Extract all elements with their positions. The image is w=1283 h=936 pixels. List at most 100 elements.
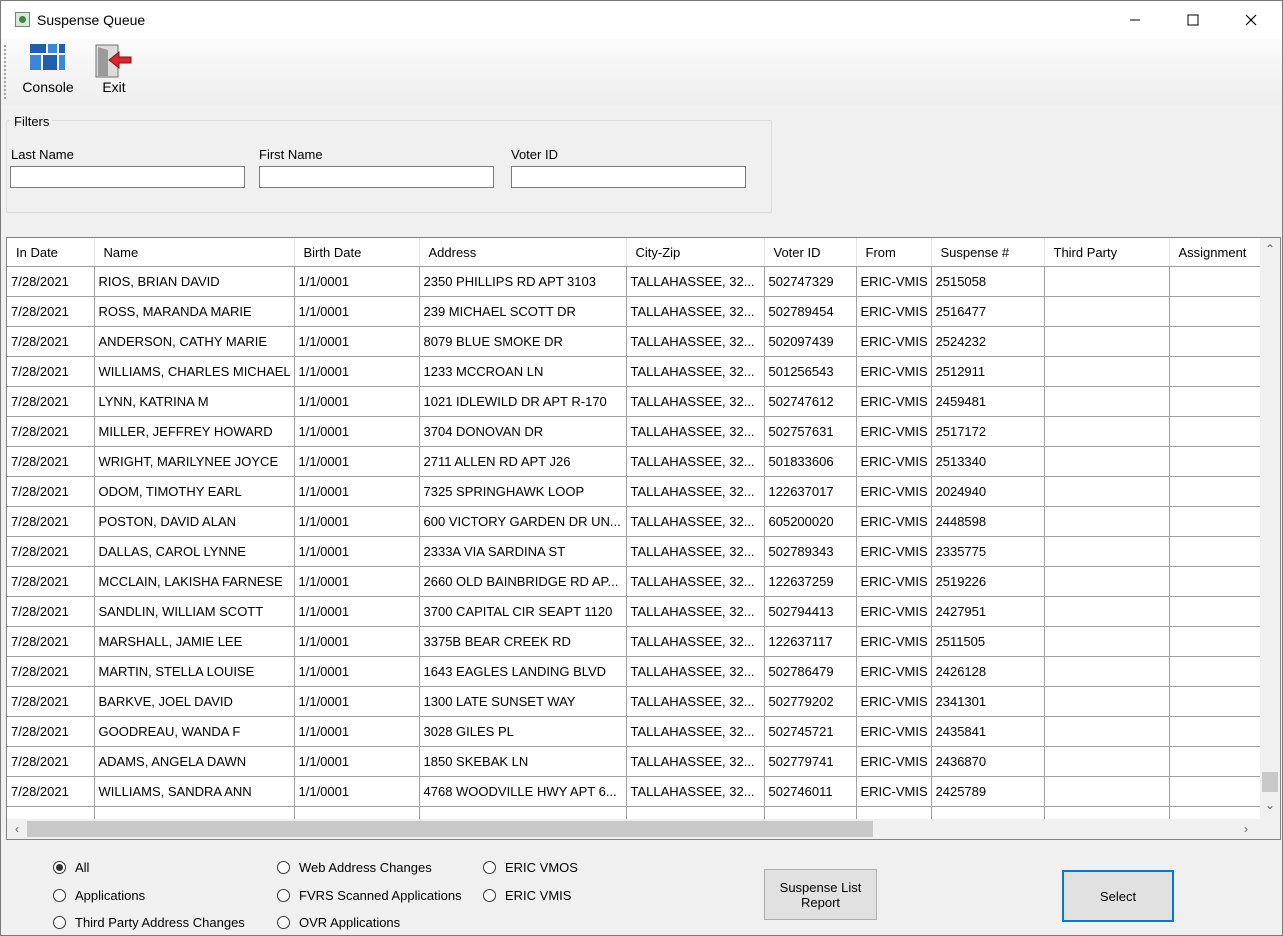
table-row[interactable]: 7/28/2021 DALLAS, CAROL LYNNE 1/1/0001 2333… bbox=[7, 536, 1270, 567]
voter-id-input[interactable] bbox=[511, 166, 746, 188]
col-header-third-party[interactable]: Third Party bbox=[1044, 238, 1170, 267]
table-row[interactable]: 7/28/2021 MCCLAIN, LAKISHA FARNESE 1/1/000… bbox=[7, 566, 1270, 597]
cell-city-zip[interactable]: TALLAHASSEE, 32... bbox=[626, 326, 765, 357]
col-header-voter-id[interactable]: Voter ID bbox=[764, 238, 857, 267]
cell-in-date[interactable]: 7/28/2021 bbox=[7, 536, 95, 567]
cell-in-date[interactable]: 7/28/2021 bbox=[7, 506, 95, 537]
cell-suspense-number[interactable]: 2516477 bbox=[931, 296, 1045, 327]
cell-in-date[interactable]: 7/28/2021 bbox=[7, 776, 95, 807]
cell-city-zip[interactable]: TALLAHASSEE, 32... bbox=[626, 506, 765, 537]
cell-from[interactable]: ERIC-VMIS bbox=[856, 506, 932, 537]
cell-voter-id[interactable]: 502794413 bbox=[764, 596, 857, 627]
cell-birth-date[interactable]: 1/1/0001 bbox=[294, 626, 420, 657]
cell-birth-date[interactable]: 1/1/0001 bbox=[294, 476, 420, 507]
table-row[interactable]: 7/28/2021 WILLIAMS, CHARLES MICHAEL 1/1/00… bbox=[7, 356, 1270, 387]
cell-suspense-number[interactable]: 2427951 bbox=[931, 596, 1045, 627]
exit-button[interactable]: Exit bbox=[93, 43, 135, 95]
cell-third-party[interactable] bbox=[1044, 566, 1170, 597]
table-row[interactable]: 7/28/2021 ROSS, MARANDA MARIE 1/1/0001 239 … bbox=[7, 296, 1270, 327]
maximize-button[interactable] bbox=[1164, 1, 1222, 39]
cell-assignment[interactable] bbox=[1169, 656, 1270, 687]
cell-from[interactable]: ERIC-VMIS bbox=[856, 266, 932, 297]
cell-birth-date[interactable]: 1/1/0001 bbox=[294, 416, 420, 447]
cell-address[interactable]: 2660 OLD BAINBRIDGE RD AP... bbox=[419, 566, 627, 597]
cell-from[interactable]: ERIC-VMIS bbox=[856, 716, 932, 747]
cell-city-zip[interactable]: TALLAHASSEE, 32... bbox=[626, 596, 765, 627]
table-row[interactable]: 7/28/2021 MILLER, JEFFREY HOWARD 1/1/0001 3… bbox=[7, 416, 1270, 447]
cell-assignment[interactable] bbox=[1169, 686, 1270, 717]
cell-suspense-number[interactable]: 2459481 bbox=[931, 386, 1045, 417]
cell-suspense-number[interactable]: 2425789 bbox=[931, 776, 1045, 807]
cell-from[interactable]: ERIC-VMIS bbox=[856, 776, 932, 807]
cell-voter-id[interactable]: 502779202 bbox=[764, 686, 857, 717]
cell-suspense-number[interactable]: 2435841 bbox=[931, 716, 1045, 747]
cell-suspense-number[interactable]: 2515058 bbox=[931, 266, 1045, 297]
cell-name[interactable]: MCCLAIN, LAKISHA FARNESE bbox=[94, 566, 295, 597]
cell-assignment[interactable] bbox=[1169, 416, 1270, 447]
radio-ovr-applications[interactable]: OVR Applications bbox=[277, 915, 400, 930]
cell-birth-date[interactable]: 1/1/0001 bbox=[294, 536, 420, 567]
table-row[interactable]: 7/28/2021 MARTIN, STELLA LOUISE 1/1/0001 16… bbox=[7, 656, 1270, 687]
cell-third-party[interactable] bbox=[1044, 776, 1170, 807]
cell-voter-id[interactable]: 501833606 bbox=[764, 446, 857, 477]
cell-voter-id[interactable]: 502779741 bbox=[764, 746, 857, 777]
col-header-city-zip[interactable]: City-Zip bbox=[626, 238, 765, 267]
cell-name[interactable]: WRIGHT, MARILYNEE JOYCE bbox=[94, 446, 295, 477]
cell-city-zip[interactable]: TALLAHASSEE, 32... bbox=[626, 266, 765, 297]
cell-address[interactable]: 1021 IDLEWILD DR APT R-170 bbox=[419, 386, 627, 417]
vertical-scroll-thumb[interactable] bbox=[1262, 772, 1278, 792]
cell-voter-id[interactable]: 502789454 bbox=[764, 296, 857, 327]
cell-birth-date[interactable]: 1/1/0001 bbox=[294, 776, 420, 807]
cell-birth-date[interactable]: 1/1/0001 bbox=[294, 386, 420, 417]
cell-name[interactable]: MARTIN, STELLA LOUISE bbox=[94, 656, 295, 687]
table-row[interactable]: 7/28/2021 WRIGHT, MARILYNEE JOYCE 1/1/0001… bbox=[7, 446, 1270, 477]
cell-from[interactable]: ERIC-VMIS bbox=[856, 416, 932, 447]
radio-web-address-changes[interactable]: Web Address Changes bbox=[277, 860, 432, 875]
cell-birth-date[interactable]: 1/1/0001 bbox=[294, 566, 420, 597]
cell-in-date[interactable]: 7/28/2021 bbox=[7, 446, 95, 477]
table-row[interactable]: 7/28/2021 ODOM, TIMOTHY EARL 1/1/0001 7325 … bbox=[7, 476, 1270, 507]
cell-suspense-number[interactable]: 2448598 bbox=[931, 506, 1045, 537]
cell-city-zip[interactable]: TALLAHASSEE, 32... bbox=[626, 536, 765, 567]
table-row[interactable]: 7/28/2021 GOODREAU, WANDA F 1/1/0001 3028 G… bbox=[7, 716, 1270, 747]
cell-address[interactable]: 3375B BEAR CREEK RD bbox=[419, 626, 627, 657]
cell-suspense-number[interactable]: 2335775 bbox=[931, 536, 1045, 567]
close-button[interactable] bbox=[1222, 1, 1280, 39]
cell-from[interactable]: ERIC-VMIS bbox=[856, 566, 932, 597]
radio-applications-circle[interactable] bbox=[53, 889, 66, 902]
cell-in-date[interactable]: 7/28/2021 bbox=[7, 386, 95, 417]
cell-assignment[interactable] bbox=[1169, 356, 1270, 387]
suspense-list-report-button[interactable]: Suspense List Report bbox=[764, 869, 877, 920]
cell-assignment[interactable] bbox=[1169, 386, 1270, 417]
cell-in-date[interactable]: 7/28/2021 bbox=[7, 416, 95, 447]
cell-address[interactable]: 2350 PHILLIPS RD APT 3103 bbox=[419, 266, 627, 297]
cell-city-zip[interactable]: TALLAHASSEE, 32... bbox=[626, 296, 765, 327]
cell-city-zip[interactable]: TALLAHASSEE, 32... bbox=[626, 746, 765, 777]
suspense-grid[interactable]: In Date Name Birth Date Address City-Zip… bbox=[6, 237, 1281, 840]
cell-address[interactable]: 2333A VIA SARDINA ST bbox=[419, 536, 627, 567]
cell-voter-id[interactable]: 502757631 bbox=[764, 416, 857, 447]
cell-voter-id[interactable]: 502789343 bbox=[764, 536, 857, 567]
cell-from[interactable]: ERIC-VMIS bbox=[856, 656, 932, 687]
cell-suspense-number[interactable]: 2519226 bbox=[931, 566, 1045, 597]
cell-third-party[interactable] bbox=[1044, 506, 1170, 537]
cell-address[interactable]: 2711 ALLEN RD APT J26 bbox=[419, 446, 627, 477]
cell-address[interactable]: 1300 LATE SUNSET WAY bbox=[419, 686, 627, 717]
cell-in-date[interactable]: 7/28/2021 bbox=[7, 326, 95, 357]
console-button[interactable]: Console bbox=[18, 43, 78, 95]
col-header-in-date[interactable]: In Date bbox=[7, 238, 95, 267]
cell-third-party[interactable] bbox=[1044, 296, 1170, 327]
cell-third-party[interactable] bbox=[1044, 536, 1170, 567]
cell-name[interactable]: BARKVE, JOEL DAVID bbox=[94, 686, 295, 717]
cell-city-zip[interactable]: TALLAHASSEE, 32... bbox=[626, 416, 765, 447]
cell-from[interactable]: ERIC-VMIS bbox=[856, 536, 932, 567]
cell-city-zip[interactable]: TALLAHASSEE, 32... bbox=[626, 656, 765, 687]
cell-from[interactable]: ERIC-VMIS bbox=[856, 446, 932, 477]
cell-assignment[interactable] bbox=[1169, 326, 1270, 357]
vertical-scrollbar[interactable]: ⌃ ⌄ bbox=[1260, 238, 1280, 817]
cell-name[interactable]: DALLAS, CAROL LYNNE bbox=[94, 536, 295, 567]
cell-third-party[interactable] bbox=[1044, 386, 1170, 417]
cell-city-zip[interactable]: TALLAHASSEE, 32... bbox=[626, 356, 765, 387]
cell-birth-date[interactable]: 1/1/0001 bbox=[294, 686, 420, 717]
cell-name[interactable]: MARSHALL, JAMIE LEE bbox=[94, 626, 295, 657]
